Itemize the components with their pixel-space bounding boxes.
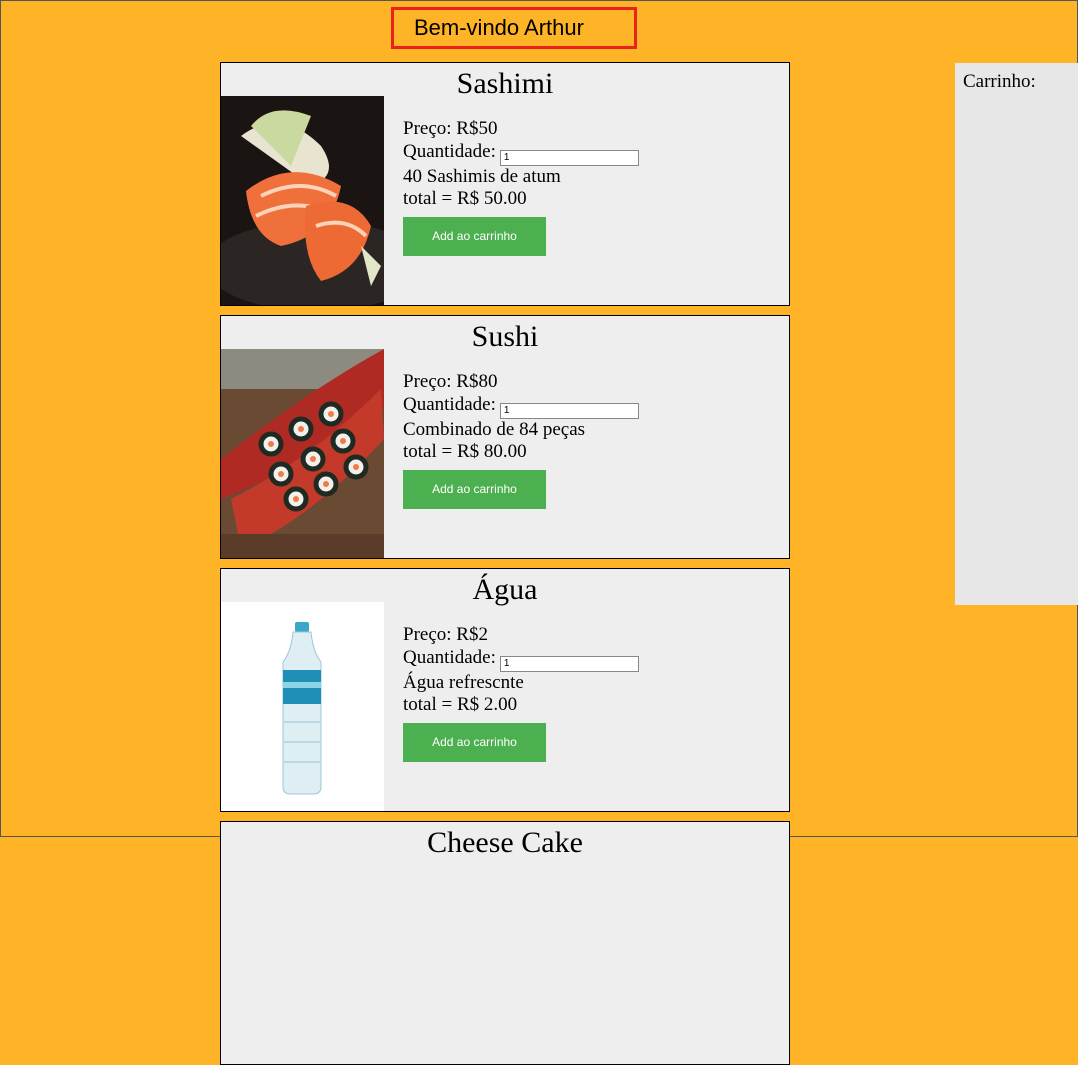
- cart-panel: Carrinho:: [955, 63, 1078, 605]
- quantity-input[interactable]: 1: [499, 402, 639, 419]
- product-total: total = R$ 50.00: [403, 188, 527, 209]
- add-to-cart-button[interactable]: Add ao carrinho: [403, 469, 546, 509]
- add-to-cart-button[interactable]: Add ao carrinho: [403, 216, 546, 256]
- add-to-cart-button[interactable]: Add ao carrinho: [403, 722, 546, 762]
- product-card-sushi: Sushi Preço: R$80 Quantidade: 1 Combinado…: [220, 315, 790, 559]
- quantity-row: Quantidade: 1: [403, 647, 639, 672]
- product-price: Preço: R$2: [403, 624, 488, 645]
- welcome-banner: Bem-vindo Arthur: [391, 7, 637, 49]
- product-description: Água refrescnte: [403, 671, 524, 693]
- quantity-row: Quantidade: 1: [403, 141, 639, 166]
- product-info: Preço: R$2 Quantidade: 1 Água refrescnte …: [403, 624, 639, 762]
- product-description: Combinado de 84 peças: [403, 418, 586, 440]
- quantity-label: Quantidade:: [403, 140, 496, 162]
- product-price: Preço: R$80: [403, 371, 498, 392]
- quantity-input[interactable]: 1: [499, 655, 639, 672]
- quantity-row: Quantidade: 1: [403, 394, 639, 419]
- product-card-sashimi: Sashimi Preço: R$50 Quantidade: 1 40 Sash…: [220, 62, 790, 306]
- quantity-label: Quantidade:: [403, 393, 496, 415]
- product-title: Cheese Cake: [427, 826, 583, 859]
- product-info: Preço: R$50 Quantidade: 1 40 Sashimis de …: [403, 118, 639, 256]
- product-total: total = R$ 80.00: [403, 441, 527, 462]
- product-card-cheese-cake: Cheese Cake: [220, 821, 790, 1065]
- product-image-water-bottle: [221, 602, 384, 811]
- product-total: total = R$ 2.00: [403, 694, 518, 715]
- product-image-sashimi: [221, 96, 384, 305]
- quantity-input[interactable]: 1: [499, 149, 639, 166]
- product-card-agua: Água Preço: R$2 Quantidade: 1 Água refres…: [220, 568, 790, 812]
- product-price: Preço: R$50: [403, 118, 498, 139]
- product-description: 40 Sashimis de atum: [403, 165, 561, 187]
- product-image-sushi: [221, 349, 384, 558]
- product-info: Preço: R$80 Quantidade: 1 Combinado de 84…: [403, 371, 639, 509]
- quantity-label: Quantidade:: [403, 646, 496, 668]
- cart-label: Carrinho:: [963, 71, 1036, 92]
